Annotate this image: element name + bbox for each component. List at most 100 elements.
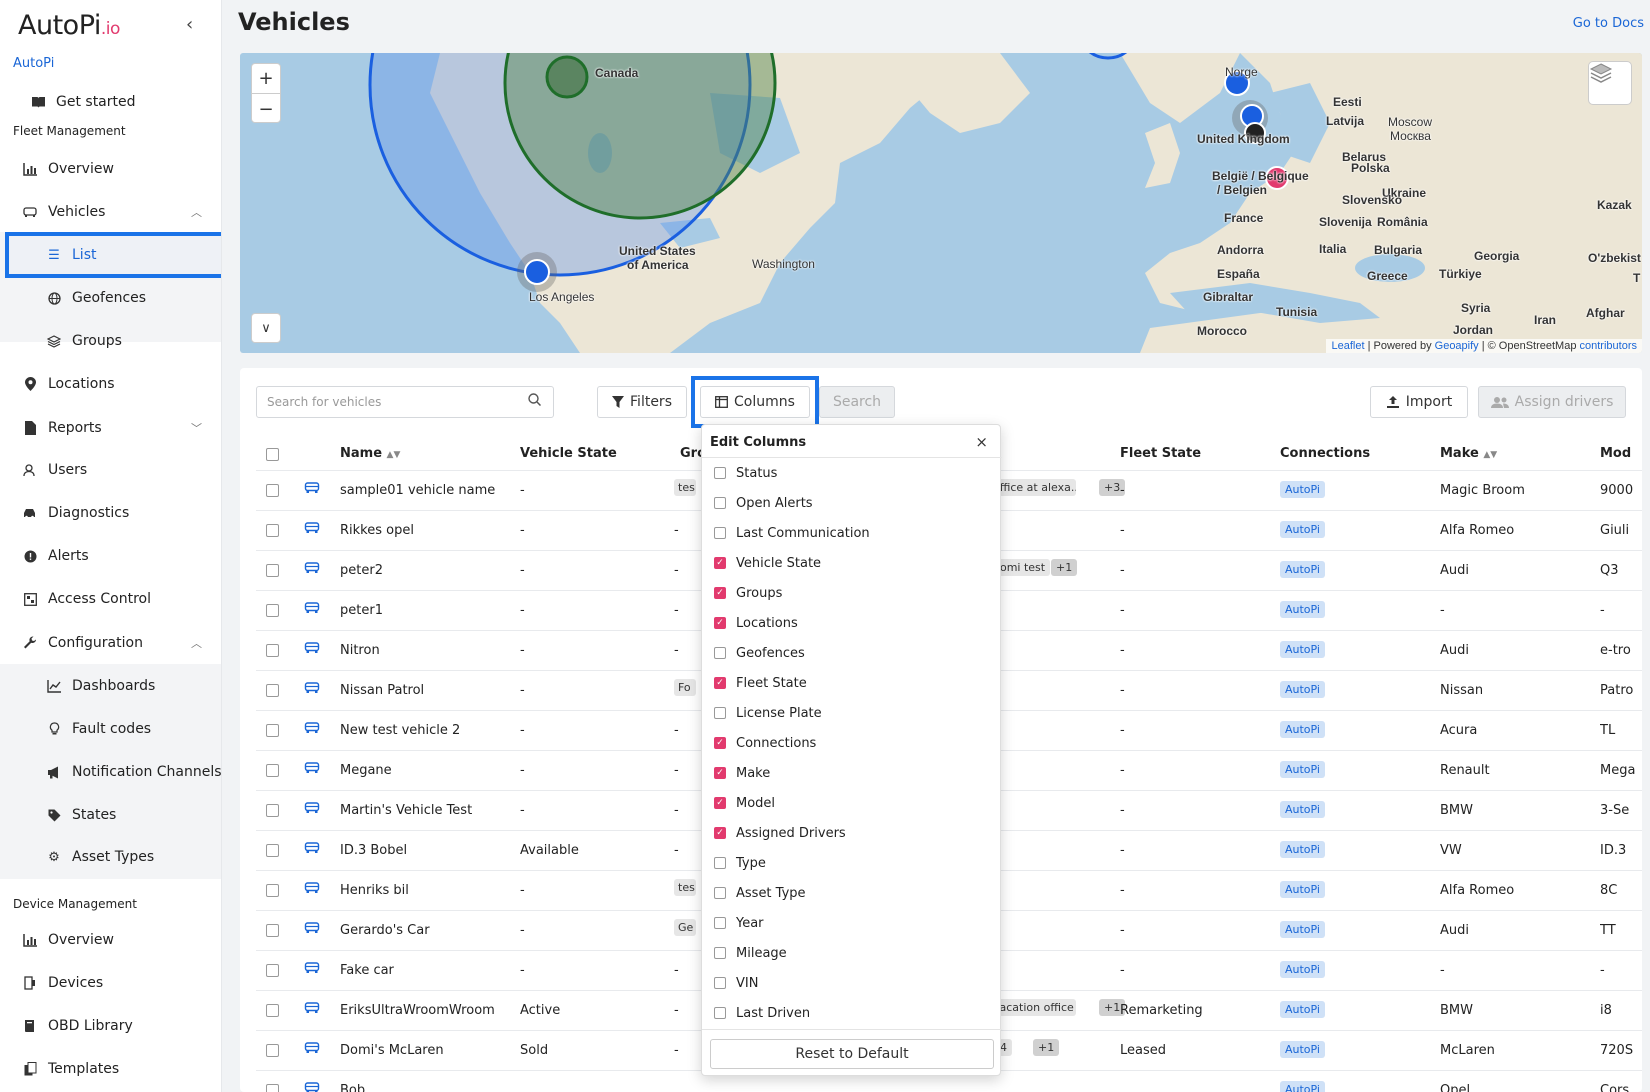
filters-button[interactable]: Filters xyxy=(597,386,687,418)
row-checkbox[interactable] xyxy=(266,804,279,817)
sidebar-item-asset-types[interactable]: ⚙ Asset Types xyxy=(0,837,221,877)
column-header-model[interactable]: Mod xyxy=(1600,446,1631,461)
vehicle-name[interactable]: Domi's McLaren xyxy=(340,1043,510,1058)
row-checkbox[interactable] xyxy=(266,684,279,697)
geoapify-link[interactable]: Geoapify xyxy=(1435,340,1479,352)
column-checkbox[interactable] xyxy=(714,857,726,869)
select-all-checkbox[interactable] xyxy=(266,448,279,461)
column-option[interactable]: Type xyxy=(714,853,766,873)
sidebar-item-geofences[interactable]: Geofences xyxy=(0,278,221,318)
reset-to-default-button[interactable]: Reset to Default xyxy=(710,1039,994,1069)
row-checkbox[interactable] xyxy=(266,1044,279,1057)
column-checkbox[interactable]: ✓ xyxy=(714,557,726,569)
column-option[interactable]: Open Alerts xyxy=(714,493,813,513)
vehicle-name[interactable]: Bob xyxy=(340,1083,510,1092)
close-icon[interactable]: × xyxy=(975,433,988,451)
sidebar-item-devices[interactable]: Devices xyxy=(0,963,221,1003)
vehicle-name[interactable]: Martin's Vehicle Test xyxy=(340,803,510,818)
column-option[interactable]: ✓ Assigned Drivers xyxy=(714,823,846,843)
column-checkbox[interactable] xyxy=(714,707,726,719)
vehicle-name[interactable]: Henriks bil xyxy=(340,883,510,898)
chevron-left-icon[interactable]: ‹ xyxy=(186,14,193,35)
vehicle-name[interactable]: peter2 xyxy=(340,563,510,578)
row-checkbox[interactable] xyxy=(266,924,279,937)
column-checkbox[interactable] xyxy=(714,647,726,659)
column-option[interactable]: ✓ Fleet State xyxy=(714,673,807,693)
column-checkbox[interactable]: ✓ xyxy=(714,827,726,839)
column-checkbox[interactable]: ✓ xyxy=(714,587,726,599)
column-header-connections[interactable]: Connections xyxy=(1280,446,1370,461)
sidebar-item-groups[interactable]: Groups xyxy=(0,321,221,361)
column-checkbox[interactable] xyxy=(714,917,726,929)
vehicle-name[interactable]: Nissan Patrol xyxy=(340,683,510,698)
column-checkbox[interactable] xyxy=(714,497,726,509)
row-checkbox[interactable] xyxy=(266,764,279,777)
vehicle-name[interactable]: New test vehicle 2 xyxy=(340,723,510,738)
sidebar-item-alerts[interactable]: Alerts xyxy=(0,536,221,576)
column-option[interactable]: Geofences xyxy=(714,643,805,663)
sidebar-item-overview[interactable]: Overview xyxy=(0,149,221,189)
column-checkbox[interactable]: ✓ xyxy=(714,677,726,689)
sidebar-item-obd-library[interactable]: OBD Library xyxy=(0,1006,221,1046)
column-checkbox[interactable] xyxy=(714,1007,726,1019)
row-checkbox[interactable] xyxy=(266,484,279,497)
column-option[interactable]: ✓ Make xyxy=(714,763,770,783)
column-checkbox[interactable] xyxy=(714,887,726,899)
sidebar-item-dashboards[interactable]: Dashboards xyxy=(0,666,221,706)
vehicle-name[interactable]: sample01 vehicle name xyxy=(340,483,510,498)
row-checkbox[interactable] xyxy=(266,604,279,617)
column-option[interactable]: Status xyxy=(714,463,777,483)
search-button[interactable]: Search xyxy=(819,386,895,418)
column-option[interactable]: Year xyxy=(714,913,764,933)
sidebar-item-locations[interactable]: Locations xyxy=(0,364,221,404)
column-checkbox[interactable] xyxy=(714,947,726,959)
columns-button[interactable]: Columns xyxy=(700,386,810,418)
go-to-docs-link[interactable]: Go to Docs xyxy=(1573,16,1644,31)
assign-drivers-button[interactable]: Assign drivers xyxy=(1478,386,1626,418)
column-checkbox[interactable]: ✓ xyxy=(714,767,726,779)
row-checkbox[interactable] xyxy=(266,1084,279,1092)
leaflet-link[interactable]: Leaflet xyxy=(1331,340,1364,352)
column-header-name[interactable]: Name ▲▼ xyxy=(340,446,400,461)
location-more-badge[interactable]: +1 xyxy=(1051,559,1078,576)
sidebar-item-list[interactable]: ☰ List xyxy=(0,235,221,275)
row-checkbox[interactable] xyxy=(266,524,279,537)
vehicle-name[interactable]: peter1 xyxy=(340,603,510,618)
column-option[interactable]: Mileage xyxy=(714,943,787,963)
sidebar-item-fault-codes[interactable]: Fault codes xyxy=(0,709,221,749)
column-header-fleet-state[interactable]: Fleet State xyxy=(1120,446,1201,461)
map-layers-button[interactable] xyxy=(1588,61,1632,105)
vehicle-name[interactable]: Megane xyxy=(340,763,510,778)
vehicle-name[interactable]: ID.3 Bobel xyxy=(340,843,510,858)
sidebar-item-access-control[interactable]: Access Control xyxy=(0,579,221,619)
vehicle-map[interactable]: Canada United States of America Washingt… xyxy=(240,53,1642,353)
vehicle-name[interactable]: EriksUltraWroomWroom xyxy=(340,1003,510,1018)
column-option[interactable]: ✓ Connections xyxy=(714,733,816,753)
zoom-out-button[interactable]: − xyxy=(252,94,280,124)
column-header-make[interactable]: Make ▲▼ xyxy=(1440,446,1497,461)
column-checkbox[interactable] xyxy=(714,527,726,539)
column-option[interactable]: ✓ Vehicle State xyxy=(714,553,821,573)
search-input[interactable]: Search for vehicles xyxy=(256,386,554,418)
column-option[interactable]: License Plate xyxy=(714,703,822,723)
sidebar-item-device-overview[interactable]: Overview xyxy=(0,920,221,960)
location-more-badge[interactable]: +1 xyxy=(1033,1039,1060,1056)
org-name[interactable]: AutoPi xyxy=(13,56,54,71)
sidebar-item-states[interactable]: States xyxy=(0,795,221,835)
vehicle-name[interactable]: Rikkes opel xyxy=(340,523,510,538)
sidebar-item-configuration[interactable]: Configuration ︿ xyxy=(0,623,221,663)
sidebar-item-get-started[interactable]: Get started xyxy=(0,82,221,122)
sidebar-item-templates[interactable]: Templates xyxy=(0,1049,221,1089)
column-option[interactable]: Asset Type xyxy=(714,883,806,903)
column-option[interactable]: ✓ Locations xyxy=(714,613,798,633)
vehicle-name[interactable]: Gerardo's Car xyxy=(340,923,510,938)
row-checkbox[interactable] xyxy=(266,724,279,737)
autopi-logo[interactable]: AutoPi.io xyxy=(18,10,120,41)
row-checkbox[interactable] xyxy=(266,1004,279,1017)
column-checkbox[interactable] xyxy=(714,467,726,479)
sidebar-item-vehicles[interactable]: Vehicles ︿ xyxy=(0,192,221,232)
vehicle-name[interactable]: Nitron xyxy=(340,643,510,658)
map-collapse-button[interactable]: ∨ xyxy=(251,313,281,343)
sidebar-item-users[interactable]: Users xyxy=(0,450,221,490)
sidebar-item-notification-channels[interactable]: Notification Channels xyxy=(0,752,221,792)
